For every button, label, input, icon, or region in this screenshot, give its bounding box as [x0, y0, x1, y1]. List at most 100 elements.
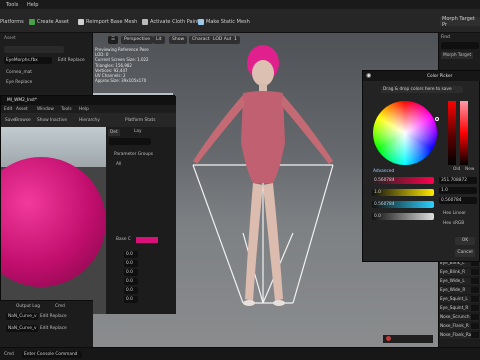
right-leg	[263, 183, 283, 301]
saturation-slider[interactable]	[448, 101, 456, 165]
value-slider[interactable]	[460, 101, 468, 165]
picker-titlebar: Color Picker ◉	[363, 71, 480, 81]
channel-b-slider[interactable]: 0.560784	[372, 201, 434, 208]
save-button[interactable]: Save	[5, 118, 16, 123]
picker-title: Color Picker	[427, 74, 453, 79]
browse-button[interactable]: Browse	[15, 118, 31, 123]
morph-row[interactable]: Nose_Scrunch	[440, 314, 480, 321]
morph-row[interactable]: Eye_Wide_R	[440, 287, 480, 294]
group-base-color[interactable]: Base C	[116, 237, 131, 242]
hierarchy-button[interactable]: Hierarchy	[79, 118, 100, 123]
menu-tools[interactable]: Tools	[61, 107, 72, 112]
cloth-paint-label: Activate Cloth Paint	[150, 18, 200, 25]
channel-g-slider[interactable]: 1.0	[372, 189, 434, 196]
morph-name: Nose_Flank_R	[440, 323, 469, 328]
static-mesh-label: Make Static Mesh	[206, 18, 250, 25]
cornea-row: Cornea_mat	[6, 70, 32, 75]
morph-row[interactable]: Eye_Squint_R	[440, 305, 480, 312]
tab-morph-target-preview[interactable]: Morph Target Pr	[440, 16, 480, 28]
channel-r-slider[interactable]: 0.560784	[372, 177, 434, 184]
channel-a-slider[interactable]: 0.0	[372, 213, 434, 220]
material-toolbar: Save Browse Show Inactive Hierarchy Plat…	[1, 113, 176, 127]
group-all[interactable]: All	[116, 162, 121, 167]
create-asset-button[interactable]: Create Asset	[29, 17, 69, 26]
morph-name: Eye_Squint_R	[440, 305, 469, 310]
tab-layers[interactable]: Lay	[134, 129, 142, 134]
cmd-label[interactable]: Cmd	[4, 352, 14, 357]
ok-button[interactable]: OK	[455, 237, 475, 245]
morph-row[interactable]: Nose_Flank_R	[440, 323, 480, 330]
saved-colors-dropdown[interactable]: Drag & drop colors here to save	[381, 86, 463, 93]
playback-controls[interactable]	[383, 335, 433, 343]
asset-selector[interactable]	[4, 46, 64, 53]
platforms-button[interactable]: Platforms	[0, 17, 24, 26]
new-label: New	[465, 167, 475, 172]
console-command-input[interactable]: Enter Console Command	[22, 351, 82, 358]
face	[252, 60, 274, 86]
morph-name: Eye_Blink_R	[440, 269, 466, 274]
param-value[interactable]: 0.0	[124, 269, 138, 276]
reimport-base-mesh-button[interactable]: Reimport Base Mesh	[78, 17, 137, 26]
platform-stats-button[interactable]: Platform Stats	[125, 118, 155, 123]
morph-row[interactable]: Eye_Wide_L	[440, 278, 480, 285]
base-color-swatch[interactable]	[136, 237, 158, 243]
param-value[interactable]: 0.0	[124, 278, 138, 285]
platforms-label: Platforms	[0, 18, 24, 25]
material-instance-window: MI_WM2_Inst* Edit Asset Window Tools Hel…	[0, 95, 176, 314]
hsv-v-field[interactable]: 0.560784	[439, 197, 477, 204]
param-value[interactable]: 0.0	[124, 287, 138, 294]
panel-title: Asset	[4, 36, 16, 41]
color-picker-window: Color Picker ◉ Drag & drop colors here t…	[362, 70, 480, 262]
output-row-field[interactable]: NaN_Curve_v	[6, 325, 38, 332]
hex-srgb-label: Hex sRGB	[443, 221, 465, 226]
morph-name: Nose_Flank_Ra	[440, 332, 472, 337]
menu-asset[interactable]: Asset	[16, 107, 28, 112]
preview-sphere	[1, 157, 106, 287]
main-toolbar: Platforms Create Asset Reimport Base Mes…	[0, 9, 480, 33]
plus-icon	[29, 18, 35, 25]
output-row-field[interactable]: NaN_Curve_v	[6, 313, 38, 320]
create-asset-label: Create Asset	[37, 18, 69, 25]
morph-row[interactable]: Eye_Squint_L	[440, 296, 480, 303]
make-static-mesh-button[interactable]: Make Static Mesh	[198, 17, 250, 26]
cmd-label[interactable]: Cmd	[55, 304, 65, 309]
morph-row[interactable]: Nose_Flank_Ra	[440, 332, 480, 339]
eye-replace-row: Eye Replace	[6, 80, 33, 85]
output-log-panel: Output Log Cmd NaN_Curve_v Edit Replace …	[0, 300, 93, 347]
hsv-s-field[interactable]: 1.0	[439, 187, 477, 194]
edit-replace-button[interactable]: Edit Replace	[40, 314, 67, 319]
reimport-icon	[78, 18, 84, 25]
param-value[interactable]: 0.0	[124, 296, 138, 303]
old-label: Old	[453, 167, 461, 172]
menu-help[interactable]: Help	[79, 107, 89, 112]
cancel-button[interactable]: Cancel	[455, 249, 475, 257]
morph-row[interactable]: Eye_Blink_R	[440, 269, 480, 276]
record-icon[interactable]	[386, 336, 391, 341]
param-value[interactable]: 0.0	[124, 251, 138, 258]
menu-window[interactable]: Window	[37, 107, 54, 112]
menu-edit[interactable]: Edit	[4, 107, 12, 112]
details-search-input[interactable]	[109, 138, 151, 145]
menu-item-help[interactable]: Help	[27, 2, 38, 8]
color-wheel[interactable]	[373, 101, 437, 165]
advanced-toggle[interactable]: Advanced	[373, 169, 394, 174]
unreal-logo-icon: ◉	[366, 72, 372, 79]
activate-cloth-paint-button[interactable]: Activate Cloth Paint	[142, 17, 199, 26]
morph-name: Nose_Scrunch	[440, 314, 470, 319]
output-log-tab[interactable]: Output Log	[16, 304, 40, 309]
show-inactive-button[interactable]: Show Inactive	[37, 118, 67, 123]
wheel-cursor[interactable]	[435, 117, 439, 121]
material-preview[interactable]	[1, 127, 106, 314]
parameter-groups-header: Parameter Groups	[114, 152, 154, 157]
edit-replace-button[interactable]: Edit Replace	[58, 58, 85, 63]
edit-replace-button[interactable]: Edit Replace	[40, 326, 67, 331]
asset-name-field[interactable]: EyeMorphs.fbx	[4, 57, 52, 64]
hsv-h-field[interactable]: 351.708872	[439, 177, 477, 184]
morph-name: Eye_Wide_L	[440, 278, 465, 283]
tab-details[interactable]: Det	[108, 129, 120, 136]
hex-linear-label: Hex Linear	[443, 211, 467, 216]
menu-item-tools[interactable]: Tools	[6, 2, 18, 8]
tab-morph-target[interactable]: Morph Target	[441, 52, 474, 59]
morph-search-input[interactable]	[441, 42, 479, 49]
param-value[interactable]: 0.0	[124, 260, 138, 267]
